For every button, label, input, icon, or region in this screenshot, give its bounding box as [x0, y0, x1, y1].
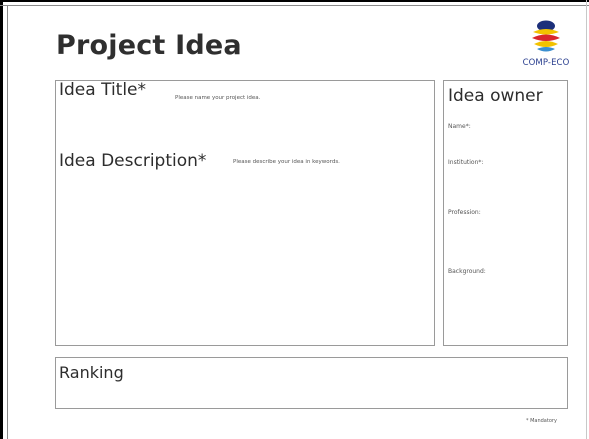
page-frame-inner-left	[7, 5, 8, 439]
mandatory-note: * Mandatory	[526, 418, 557, 424]
page-frame-top	[0, 0, 589, 2]
idea-section[interactable]: Idea Title* Please name your project ide…	[55, 80, 435, 346]
owner-institution-label: Institution*:	[448, 159, 484, 166]
owner-profession-label: Profession:	[448, 209, 481, 216]
page-frame-inner-top	[0, 5, 589, 6]
idea-description-hint: Please describe your idea in keywords.	[233, 159, 340, 165]
idea-title-label: Idea Title*	[59, 80, 147, 100]
comp-eco-logo-icon	[532, 20, 560, 52]
owner-name-label: Name*:	[448, 123, 471, 130]
idea-description-label: Idea Description*	[59, 151, 207, 171]
idea-owner-heading: Idea owner	[448, 86, 543, 106]
logo-text: COMP-ECO	[522, 58, 570, 68]
comp-eco-logo: COMP-ECO	[516, 20, 576, 70]
idea-owner-section[interactable]: Idea owner Name*: Institution*: Professi…	[443, 80, 568, 346]
idea-title-hint: Please name your project idea.	[175, 95, 261, 101]
page-frame-left	[0, 0, 3, 439]
owner-background-label: Background:	[448, 268, 486, 275]
ranking-heading: Ranking	[59, 363, 124, 382]
page-title: Project Idea	[56, 30, 242, 61]
page-frame-right	[586, 0, 587, 439]
ranking-section[interactable]: Ranking	[55, 357, 568, 409]
